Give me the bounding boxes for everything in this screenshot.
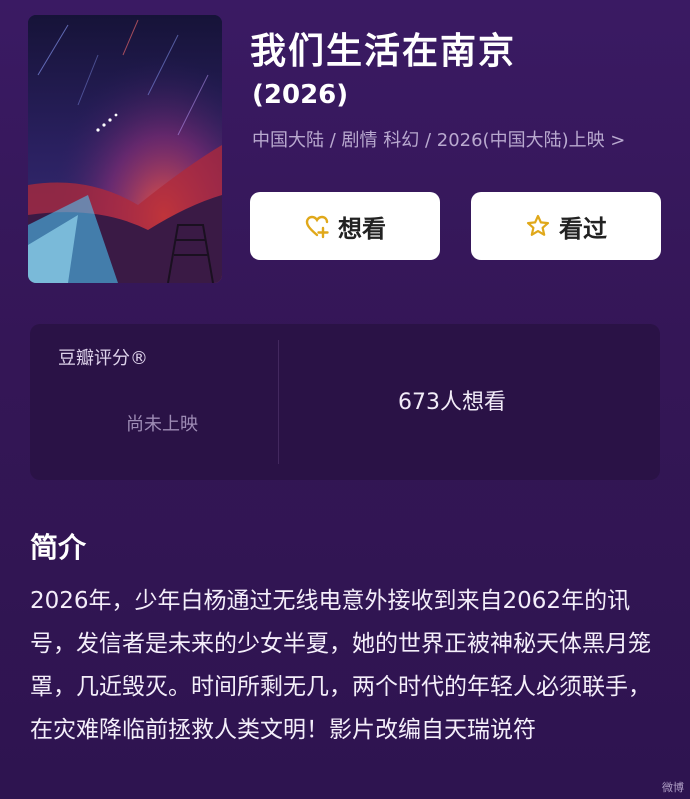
poster-artwork (28, 15, 222, 283)
rating-card: 豆瓣评分® 尚未上映 673人想看 (30, 324, 660, 480)
movie-year: (2026) (252, 80, 349, 110)
watched-button[interactable]: 看过 (471, 192, 661, 260)
intro-text: 2026年，少年白杨通过无线电意外接收到来自2062年的讯号，发信者是未来的少女… (30, 588, 651, 743)
heart-plus-icon (304, 213, 330, 239)
rating-status: 尚未上映 (126, 414, 198, 435)
douban-rating-label: 豆瓣评分® (58, 348, 148, 369)
star-icon (525, 213, 551, 239)
watched-label: 看过 (559, 214, 607, 243)
want-to-watch-label: 想看 (338, 214, 386, 243)
movie-poster[interactable] (28, 15, 222, 283)
want-count: 673人想看 (398, 390, 506, 415)
movie-title: 我们生活在南京 (250, 31, 517, 72)
movie-meta-link[interactable]: 中国大陆 / 剧情 科幻 / 2026(中国大陆)上映 > (252, 128, 672, 153)
want-to-watch-button[interactable]: 想看 (250, 192, 440, 260)
watermark: 微博 (662, 781, 684, 794)
intro-heading: 简介 (30, 531, 87, 564)
card-divider (278, 340, 279, 464)
